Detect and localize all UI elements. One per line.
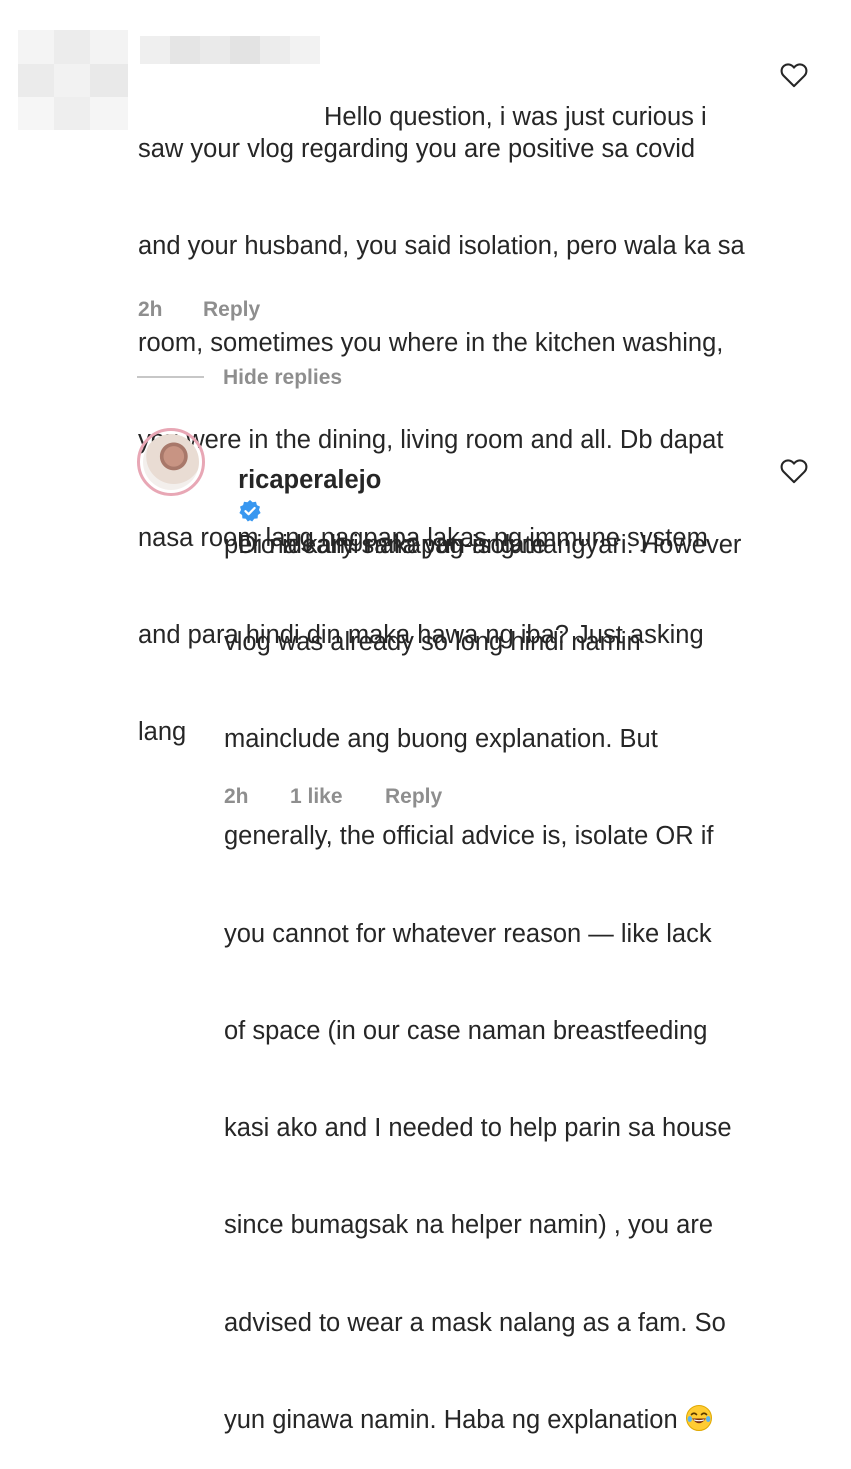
reply-text-body: pero ideally sana yun ang mangyari. Howe… <box>224 464 741 1469</box>
comment-line: and your husband, you said isolation, pe… <box>138 232 745 261</box>
reply-button[interactable]: Reply <box>203 298 260 322</box>
reply-timestamp: 2h <box>224 785 249 808</box>
reply-line: since bumagsak na helper namin) , you ar… <box>224 1211 714 1240</box>
reply-line: kasi ako and I needed to help parin sa h… <box>224 1114 732 1143</box>
comment-timestamp: 2h <box>138 298 163 321</box>
reply-line-last: yun ginawa namin. Haba ng explanation <box>224 1404 741 1436</box>
reply-button[interactable]: Reply <box>385 785 442 809</box>
likes-count[interactable]: 1 like <box>290 785 343 809</box>
comment-line: saw your vlog regarding you are positive… <box>138 134 696 163</box>
reply-line: of space (in our case naman breastfeedin… <box>224 1016 708 1045</box>
hide-replies-button[interactable]: Hide replies <box>223 366 342 390</box>
reply-line: you cannot for whatever reason — like la… <box>224 919 712 948</box>
heart-outline-icon[interactable] <box>780 458 808 484</box>
reply-line: vlog was already so long hindi namin <box>224 628 641 657</box>
avatar-photo <box>143 434 199 490</box>
heart-outline-icon[interactable] <box>780 62 808 88</box>
laughing-tears-emoji-icon <box>685 1404 712 1431</box>
reply-line: mainclude ang buong explanation. But <box>224 725 658 754</box>
reply-last-text: yun ginawa namin. Haba ng explanation <box>224 1405 678 1434</box>
replies-divider <box>137 376 204 378</box>
comment-line: room, sometimes you where in the kitchen… <box>138 329 724 358</box>
reply-line: pero ideally sana yun ang mangyari. Howe… <box>224 530 742 559</box>
avatar[interactable] <box>137 428 205 496</box>
reply-line: generally, the official advice is, isola… <box>224 822 714 851</box>
censored-avatar <box>18 30 128 130</box>
reply-line: advised to wear a mask nalang as a fam. … <box>224 1308 726 1337</box>
censored-username <box>140 36 320 64</box>
